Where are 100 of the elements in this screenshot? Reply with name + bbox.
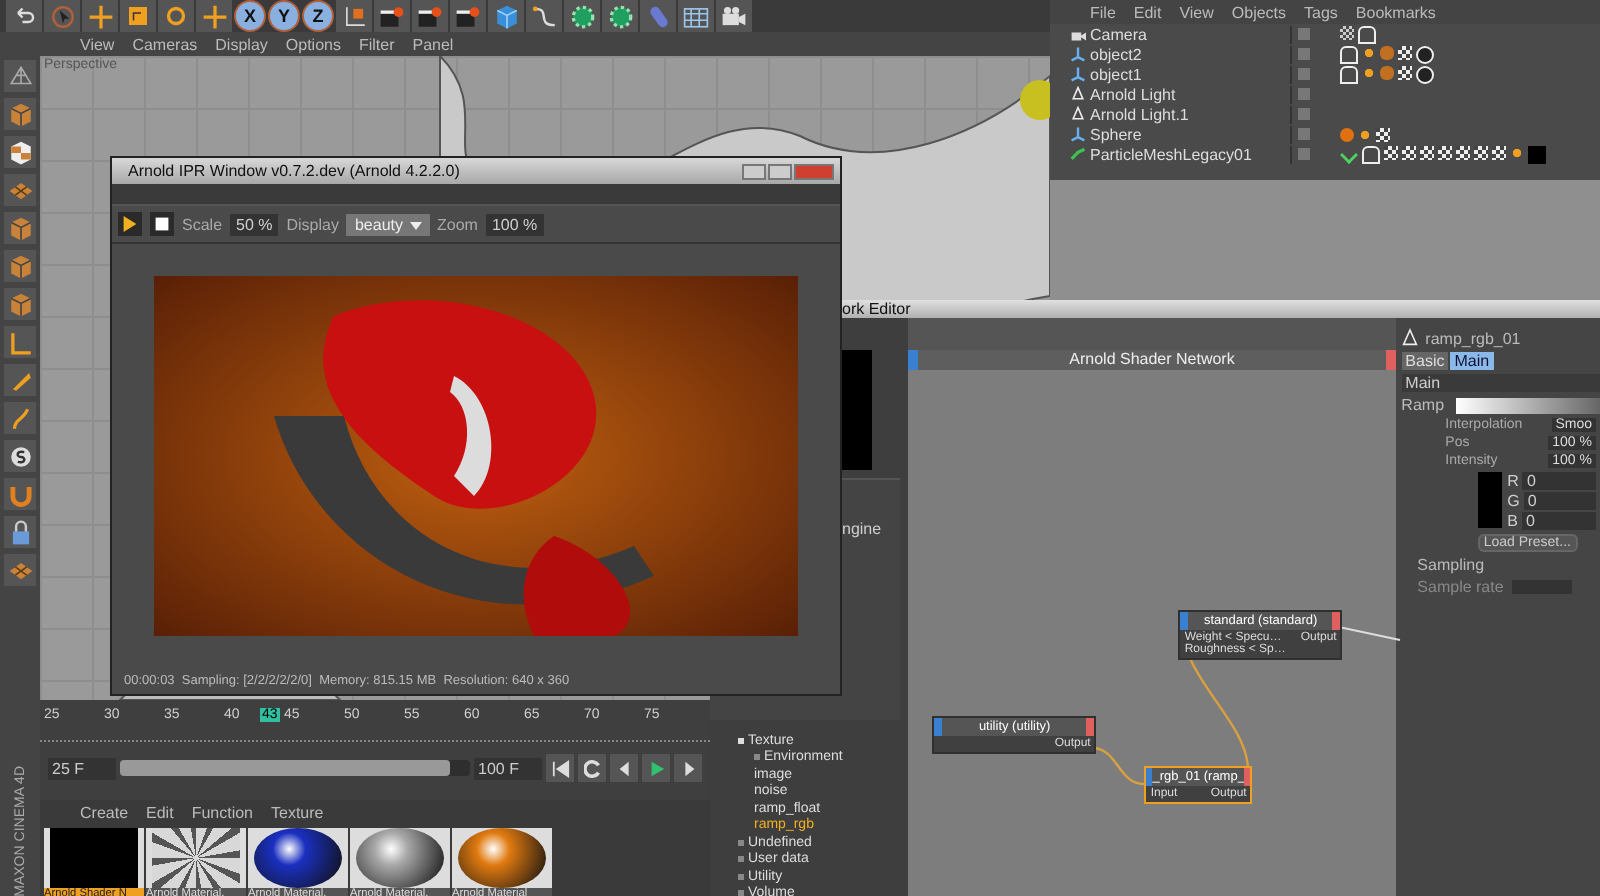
menu-item[interactable]: Cameras	[132, 35, 198, 53]
expander-icon[interactable]	[738, 737, 744, 744]
step-forward-button[interactable]	[674, 754, 702, 782]
dots-tag-icon[interactable]	[1358, 127, 1372, 141]
display-label: Display	[286, 215, 339, 233]
channel-field[interactable]: 0	[1523, 492, 1596, 510]
menu-item[interactable]: Function	[191, 803, 253, 821]
channel-field[interactable]: 0	[1522, 512, 1596, 530]
floor-icon[interactable]	[678, 0, 714, 32]
grid-icon[interactable]	[4, 174, 36, 206]
zoom-field[interactable]: 100 %	[485, 213, 544, 235]
pen-icon[interactable]	[526, 0, 562, 32]
object-name: ParticleMeshLegacy01	[1050, 145, 1292, 163]
field-label: Sample rate	[1417, 578, 1504, 596]
knife-icon[interactable]	[4, 364, 36, 396]
connection-wire	[1090, 746, 1147, 786]
object-row[interactable]: Camera	[1050, 24, 1600, 44]
mesh-icon[interactable]	[4, 60, 36, 92]
menu-item[interactable]: Edit	[1133, 3, 1162, 21]
menu-item[interactable]: Create	[80, 803, 129, 821]
menu-item[interactable]: Edit	[146, 803, 174, 821]
end-frame-field[interactable]: 100 F	[474, 757, 542, 779]
camera-icon[interactable]	[716, 0, 752, 32]
render-icon[interactable]	[450, 0, 486, 32]
go-to-start-button[interactable]	[546, 754, 574, 782]
object-row[interactable]: Sphere	[1050, 124, 1600, 144]
render-icon[interactable]	[412, 0, 448, 32]
cube-icon[interactable]	[4, 212, 36, 244]
gear-icon[interactable]	[564, 0, 600, 32]
play-button[interactable]	[118, 212, 142, 236]
move-icon[interactable]	[82, 0, 118, 32]
axis-lock-button[interactable]: Y	[268, 0, 300, 32]
node-name: ramp_rgb_01	[1425, 329, 1521, 347]
brush-icon[interactable]	[4, 402, 36, 434]
snap-icon[interactable]	[4, 440, 36, 472]
swatch-tag-icon[interactable]	[1528, 145, 1546, 163]
scale-field[interactable]: 50 %	[230, 213, 279, 235]
loop-icon	[583, 759, 601, 777]
play-icon	[647, 759, 665, 777]
ramp-label: Ramp	[1401, 396, 1445, 414]
undo-icon[interactable]	[6, 0, 42, 32]
null-icon	[1070, 66, 1086, 82]
scale-icon[interactable]	[120, 0, 156, 32]
angle-icon[interactable]	[4, 326, 36, 358]
object-row[interactable]: object1	[1050, 64, 1600, 84]
minimize-button[interactable]	[742, 163, 766, 179]
render-icon[interactable]	[374, 0, 410, 32]
scale-label: Scale	[182, 215, 223, 233]
menu-item[interactable]: Panel	[412, 35, 454, 53]
menu-item[interactable]: Filter	[358, 35, 395, 53]
move-icon[interactable]	[196, 0, 232, 32]
start-frame-field[interactable]: 25 F	[48, 757, 116, 779]
lock-icon[interactable]	[4, 516, 36, 548]
menu-item[interactable]: Tags	[1304, 3, 1338, 21]
cube-icon[interactable]	[4, 250, 36, 282]
cube-icon[interactable]	[4, 288, 36, 320]
coords-icon[interactable]	[336, 0, 372, 32]
stop-button[interactable]	[150, 212, 174, 236]
menu-item[interactable]: View	[80, 35, 115, 53]
color-swatch[interactable]	[1477, 472, 1502, 528]
object-row[interactable]: ParticleMeshLegacy01	[1050, 144, 1600, 164]
step-back-button[interactable]	[610, 754, 638, 782]
select-icon[interactable]	[44, 0, 80, 32]
grid-icon[interactable]	[4, 554, 36, 586]
object-row[interactable]: object2	[1050, 44, 1600, 64]
menu-item[interactable]: View	[1179, 3, 1214, 21]
tab[interactable]: Basic	[1401, 352, 1449, 370]
cube-icon[interactable]	[488, 0, 524, 32]
gear-icon[interactable]	[602, 0, 638, 32]
play-button[interactable]	[642, 754, 670, 782]
menu-item[interactable]: Options	[285, 35, 341, 53]
channel-field[interactable]: 0	[1522, 472, 1596, 490]
arnold-tag-icon[interactable]	[1362, 145, 1380, 163]
display-dropdown[interactable]: beauty	[346, 213, 430, 235]
object-row[interactable]: Arnold Light.1	[1050, 104, 1600, 124]
caret-icon	[409, 221, 422, 229]
loop-button[interactable]	[578, 754, 606, 782]
maximize-button[interactable]	[768, 163, 792, 179]
axis-lock-button[interactable]: Z	[302, 0, 334, 32]
canvas-title-bar: Arnold Shader Network	[908, 350, 1396, 370]
menu-item[interactable]: Objects	[1231, 3, 1287, 21]
menu-item[interactable]: File	[1090, 3, 1116, 21]
close-button[interactable]	[794, 163, 834, 179]
ball-tag-icon[interactable]	[1340, 127, 1354, 141]
object-name: object2	[1050, 45, 1292, 63]
checker-icon[interactable]	[4, 136, 36, 168]
rotate-icon[interactable]	[158, 0, 194, 32]
menu-item[interactable]: Bookmarks	[1355, 3, 1436, 21]
gradient-ramp[interactable]	[1456, 397, 1600, 413]
tab[interactable]: Main	[1450, 352, 1494, 370]
list-item[interactable]: ngine	[842, 520, 882, 538]
menu-item[interactable]: Display	[215, 35, 268, 53]
dots-tag-icon[interactable]	[1510, 145, 1524, 159]
object-name: Camera	[1050, 25, 1292, 43]
menu-item[interactable]: Texture	[271, 803, 324, 821]
window-title: ork Editor	[842, 300, 911, 318]
light-icon	[1070, 86, 1086, 102]
object-row[interactable]: Arnold Light	[1050, 84, 1600, 104]
axis-lock-button[interactable]: X	[234, 0, 266, 32]
grid-tag-icon[interactable]	[1340, 25, 1354, 39]
